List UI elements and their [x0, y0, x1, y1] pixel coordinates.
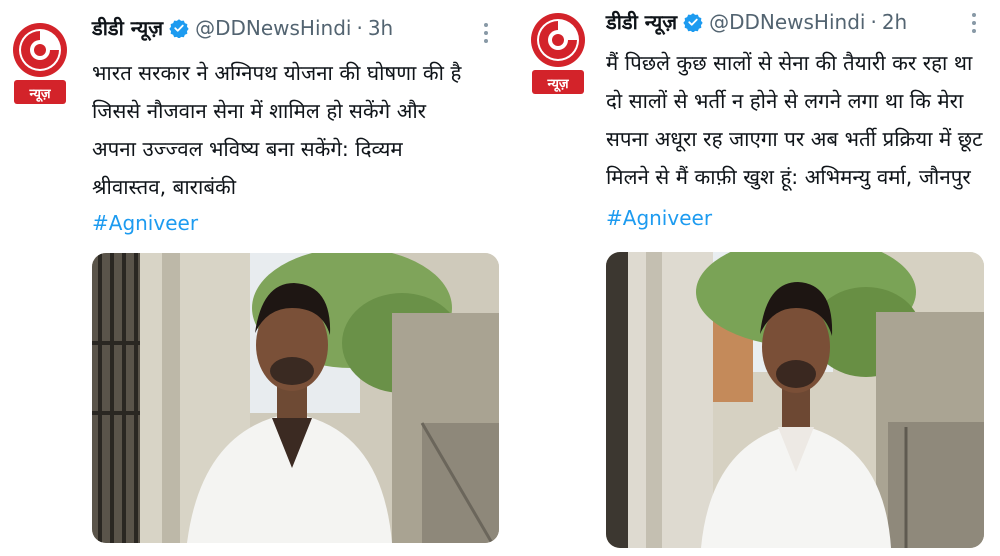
verified-badge-icon — [683, 12, 703, 32]
tweet-text-line: जिससे नौजवान सेना में शामिल हो सकेंगे और — [92, 99, 427, 123]
tweet-right[interactable]: न्यूज़ डीडी न्यूज़ @DDNewsHindi · 2h मैं… — [516, 0, 1000, 556]
more-options-icon[interactable] — [964, 8, 984, 38]
tweet-text-line: मैं पिछले कुछ सालों से सेना की तैयारी कर… — [606, 51, 973, 75]
author-name[interactable]: डीडी न्यूज़ — [92, 14, 163, 41]
hashtag-link[interactable]: #Agniveer — [92, 211, 198, 235]
logo-text: न्यूज़ — [28, 87, 51, 102]
tweet-header: डीडी न्यूज़ @DDNewsHindi · 2h — [606, 8, 907, 35]
separator-dot: · — [870, 9, 877, 34]
tweet-video-thumbnail[interactable] — [92, 253, 499, 543]
tweet-header: डीडी न्यूज़ @DDNewsHindi · 3h — [92, 14, 393, 41]
dd-news-logo-avatar[interactable]: न्यूज़ — [528, 12, 588, 98]
logo-text: न्यूज़ — [546, 77, 569, 92]
tweet-text-line: सपना अधूरा रह जाएगा पर अब भर्ती प्रक्रिय… — [606, 127, 983, 151]
tweet-text-line: दो सालों से भर्ती न होने से लगने लगा था … — [606, 89, 964, 113]
author-name[interactable]: डीडी न्यूज़ — [606, 8, 677, 35]
more-options-icon[interactable] — [476, 18, 496, 48]
tweets-composite: न्यूज़ डीडी न्यूज़ @DDNewsHindi · 3h भार… — [0, 0, 1000, 556]
timestamp[interactable]: 3h — [368, 16, 393, 40]
separator-dot: · — [356, 15, 363, 40]
tweet-video-thumbnail[interactable] — [606, 252, 984, 548]
tweet-text: मैं पिछले कुछ सालों से सेना की तैयारी कर… — [606, 44, 996, 196]
verified-badge-icon — [169, 18, 189, 38]
author-handle[interactable]: @DDNewsHindi — [709, 10, 865, 34]
dd-news-logo-avatar[interactable]: न्यूज़ — [10, 22, 70, 108]
tweet-text-line: अपना उज्ज्वल भविष्य बना सकेंगे: दिव्यम — [92, 137, 403, 161]
tweet-text: भारत सरकार ने अग्निपथ योजना की घोषणा की … — [92, 54, 497, 206]
timestamp[interactable]: 2h — [882, 10, 907, 34]
tweet-left[interactable]: न्यूज़ डीडी न्यूज़ @DDNewsHindi · 3h भार… — [0, 0, 500, 556]
tweet-text-line: मिलने से मैं काफ़ी खुश हूं: अभिमन्यु वर्… — [606, 165, 971, 189]
author-handle[interactable]: @DDNewsHindi — [195, 16, 351, 40]
hashtag-link[interactable]: #Agniveer — [606, 206, 712, 230]
tweet-text-line: भारत सरकार ने अग्निपथ योजना की घोषणा की … — [92, 61, 462, 85]
tweet-text-line: श्रीवास्तव, बाराबंकी — [92, 175, 237, 199]
